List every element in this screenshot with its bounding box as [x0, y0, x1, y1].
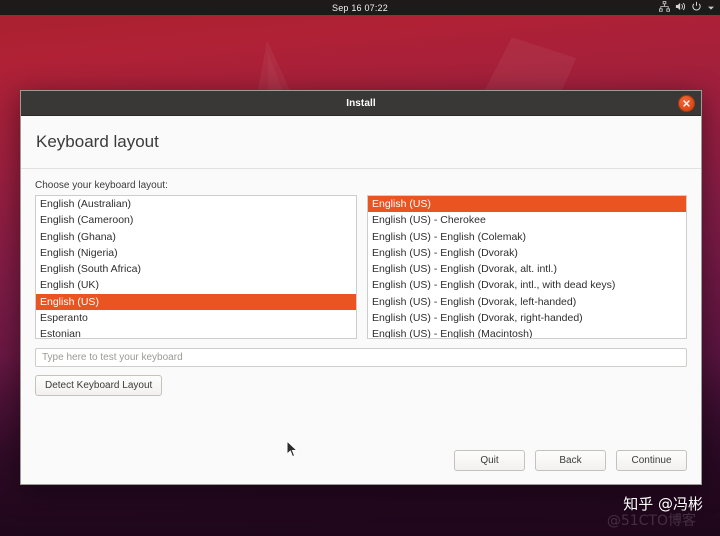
keyboard-lists-row: English (Australian) English (Cameroon) En…: [35, 195, 687, 339]
keyboard-variant-item[interactable]: English (US) - Cherokee: [368, 212, 686, 228]
network-icon[interactable]: [659, 0, 670, 17]
close-icon[interactable]: [678, 95, 695, 112]
window-titlebar[interactable]: Install: [21, 91, 701, 116]
choose-layout-label: Choose your keyboard layout:: [35, 180, 168, 191]
keyboard-variant-item[interactable]: English (US) - English (Dvorak, left-han…: [368, 294, 686, 310]
window-title: Install: [346, 97, 376, 109]
keyboard-layout-item[interactable]: English (Australian): [36, 196, 356, 212]
keyboard-variant-item[interactable]: English (US) - English (Dvorak): [368, 245, 686, 261]
keyboard-layout-item[interactable]: English (South Africa): [36, 261, 356, 277]
keyboard-layout-item[interactable]: English (US): [36, 293, 356, 311]
desktop-screen: Sep 16 07:22 Install Keyboard layout Cho…: [0, 0, 720, 536]
keyboard-variant-item[interactable]: English (US): [367, 196, 686, 213]
keyboard-layout-item[interactable]: English (Nigeria): [36, 245, 356, 261]
system-top-bar: Sep 16 07:22: [0, 0, 720, 15]
keyboard-layout-item[interactable]: Esperanto: [36, 310, 356, 326]
keyboard-variant-item[interactable]: English (US) - English (Dvorak, alt. int…: [368, 261, 686, 277]
keyboard-variant-item[interactable]: English (US) - English (Dvorak, intl., w…: [368, 277, 686, 293]
system-tray: [659, 0, 715, 15]
keyboard-variant-item[interactable]: English (US) - English (Colemak): [368, 229, 686, 245]
keyboard-layout-item[interactable]: Estonian: [36, 326, 356, 338]
navigation-buttons: Quit Back Continue: [454, 450, 687, 471]
chevron-down-icon[interactable]: [707, 0, 715, 17]
detect-keyboard-layout-button[interactable]: Detect Keyboard Layout: [35, 375, 163, 396]
keyboard-variant-item[interactable]: English (US) - English (Macintosh): [368, 326, 686, 338]
installer-window: Install Keyboard layout Choose your keyb…: [20, 90, 702, 485]
page-title: Keyboard layout: [36, 132, 159, 151]
dialog-header: Keyboard layout: [21, 116, 701, 169]
keyboard-test-input[interactable]: [35, 348, 687, 367]
keyboard-layout-item[interactable]: English (UK): [36, 277, 356, 293]
continue-button[interactable]: Continue: [616, 450, 687, 471]
power-icon[interactable]: [691, 0, 702, 17]
back-button[interactable]: Back: [535, 450, 606, 471]
keyboard-variant-item[interactable]: English (US) - English (Dvorak, right-ha…: [368, 310, 686, 326]
keyboard-variant-list[interactable]: English (US) English (US) - Cherokee Engli…: [366, 195, 687, 339]
clock-label[interactable]: Sep 16 07:22: [332, 3, 388, 13]
keyboard-layout-item[interactable]: English (Ghana): [36, 229, 356, 245]
quit-button[interactable]: Quit: [454, 450, 525, 471]
keyboard-layout-item[interactable]: English (Cameroon): [36, 212, 356, 228]
keyboard-layout-list[interactable]: English (Australian) English (Cameroon) En…: [35, 195, 357, 339]
volume-icon[interactable]: [675, 0, 686, 17]
dialog-body: Choose your keyboard layout: English (Au…: [21, 169, 701, 483]
watermark-zhihu: 知乎 @冯彬: [623, 495, 703, 513]
